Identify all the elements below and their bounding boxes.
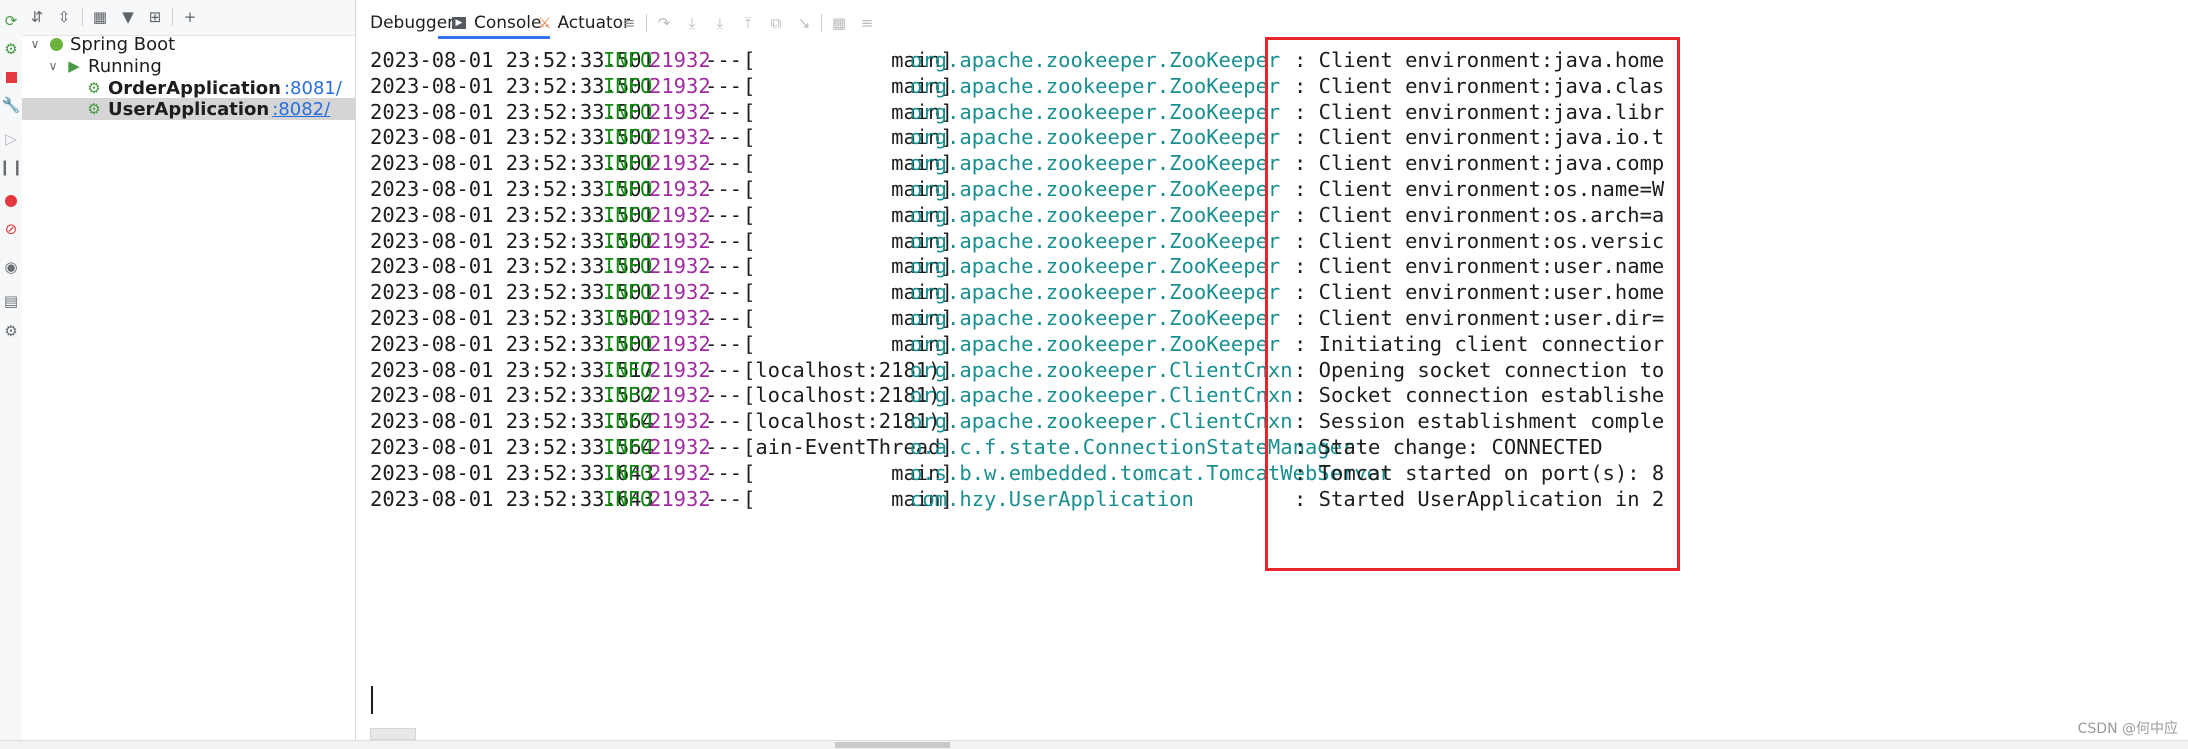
tree-node-label: Spring Boot bbox=[70, 33, 176, 55]
horizontal-scrollbar[interactable] bbox=[370, 726, 2188, 740]
breakpoints-icon[interactable] bbox=[0, 190, 22, 212]
toolbar-separator bbox=[821, 14, 822, 32]
pause-icon[interactable]: ❙❙ bbox=[0, 156, 24, 178]
spring-boot-icon bbox=[48, 36, 64, 52]
group-icon[interactable]: ▦ bbox=[89, 6, 111, 28]
filter-icon[interactable]: ▼ bbox=[117, 6, 139, 28]
app-name: UserApplication bbox=[108, 98, 270, 120]
debug-icon: ⚙ bbox=[87, 79, 101, 97]
toolbar-separator bbox=[172, 8, 173, 26]
chevron-down-icon[interactable]: ∨ bbox=[46, 59, 60, 73]
actuator-icon: ⚔ bbox=[538, 14, 552, 32]
bottom-scroll-thumb[interactable] bbox=[835, 742, 950, 748]
console-icon: ▶ bbox=[452, 17, 466, 29]
stop-icon[interactable] bbox=[0, 66, 22, 88]
mute-breakpoints-icon[interactable]: ⊘ bbox=[0, 218, 22, 240]
layout-icon[interactable]: ▤ bbox=[0, 290, 22, 312]
collapse-all-icon[interactable]: ⇳ bbox=[53, 6, 75, 28]
resume-icon[interactable]: ▷ bbox=[0, 128, 22, 150]
toolbar-separator bbox=[646, 14, 647, 32]
add-icon[interactable]: + bbox=[179, 6, 201, 28]
tree-toolbar: ⇵ ⇳ ▦ ▼ ⊞ + bbox=[22, 0, 355, 36]
text-caret bbox=[371, 686, 373, 714]
camera-icon[interactable]: ◉ bbox=[0, 256, 22, 278]
run-to-cursor-icon[interactable]: ↘ bbox=[793, 12, 815, 34]
app-port-link[interactable]: :8081/ bbox=[284, 78, 342, 99]
drop-frame-icon[interactable]: ⧉ bbox=[765, 12, 787, 34]
rerun-icon[interactable]: ⟳ bbox=[0, 10, 22, 32]
tab-actuator[interactable]: ⚔ Actuator bbox=[538, 10, 630, 36]
step-out-icon[interactable]: ⤒ bbox=[737, 12, 759, 34]
log-level: INFO bbox=[603, 486, 653, 511]
evaluate-icon[interactable]: ▦ bbox=[828, 12, 850, 34]
chevron-down-icon[interactable]: ∨ bbox=[28, 37, 42, 51]
log-logger: com.hzy.UserApplication bbox=[910, 486, 1194, 511]
menu-icon[interactable]: ≡ bbox=[618, 12, 640, 34]
debug-icon: ⚙ bbox=[87, 100, 101, 118]
tree-node-spring-boot[interactable]: ∨ Spring Boot bbox=[22, 33, 355, 55]
toolbar-separator bbox=[82, 8, 83, 26]
run-icon: ▶ bbox=[68, 57, 80, 75]
tab-console[interactable]: ▶ Console bbox=[438, 10, 550, 39]
expand-all-icon[interactable]: ⇵ bbox=[26, 6, 48, 28]
tree-node-label: Running bbox=[88, 55, 162, 77]
tree-node-order-application[interactable]: ⚙ OrderApplication :8081/ bbox=[22, 77, 355, 99]
services-tree-panel: ⇵ ⇳ ▦ ▼ ⊞ + ∨ Spring Boot ∨ ▶ Running ⚙ … bbox=[22, 0, 356, 748]
left-vertical-toolbar: ⟳ ⚙ 🔧 ▷ ❙❙ ⊘ ◉ ▤ ⚙ bbox=[0, 0, 24, 748]
tab-label: Console bbox=[474, 13, 542, 33]
step-over-icon[interactable]: ↷ bbox=[653, 12, 675, 34]
debug-icon[interactable]: ⚙ bbox=[0, 38, 22, 60]
log-pid: 21932 bbox=[649, 486, 711, 511]
step-into-icon[interactable]: ⤓ bbox=[681, 12, 703, 34]
log-sep: --- bbox=[705, 486, 743, 511]
trace-icon[interactable]: ≡ bbox=[856, 12, 878, 34]
highlight-box bbox=[1265, 37, 1680, 571]
new-tab-icon[interactable]: ⊞ bbox=[144, 6, 166, 28]
app-port-link[interactable]: :8082/ bbox=[272, 99, 330, 120]
scrollbar-thumb[interactable] bbox=[370, 728, 416, 740]
force-step-into-icon[interactable]: ⤓ bbox=[709, 12, 731, 34]
app-name: OrderApplication bbox=[108, 77, 281, 99]
settings-icon[interactable]: ⚙ bbox=[0, 320, 22, 342]
tree-node-running[interactable]: ∨ ▶ Running bbox=[22, 55, 355, 77]
wrench-icon[interactable]: 🔧 bbox=[0, 94, 22, 116]
tree-node-user-application[interactable]: ⚙ UserApplication :8082/ bbox=[22, 98, 355, 120]
watermark: CSDN @何中应 bbox=[2077, 721, 2178, 737]
